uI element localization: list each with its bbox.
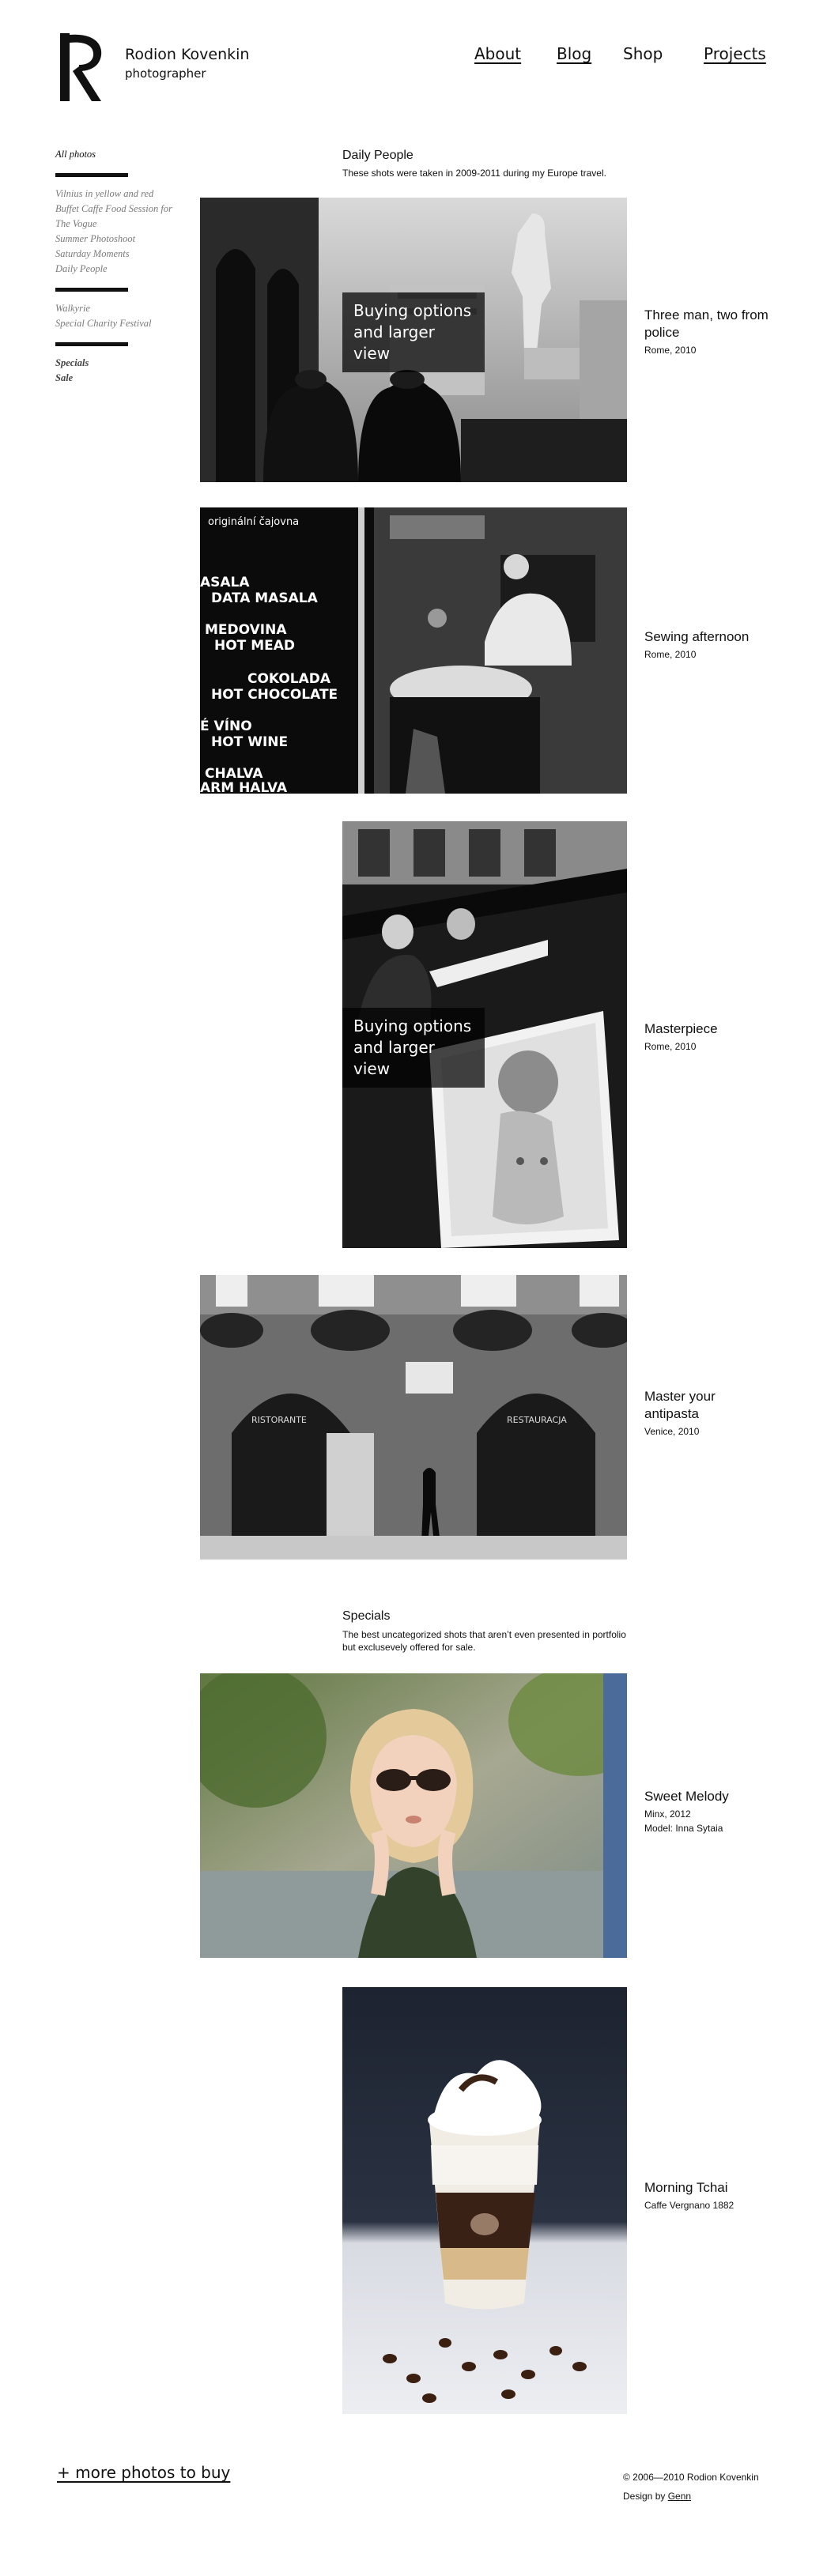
section-title: Specials	[342, 1609, 391, 1623]
photo-meta: Venice, 2010	[644, 1426, 700, 1437]
sign-text: É VÍNO	[200, 717, 252, 734]
designer-link[interactable]: Genn	[668, 2491, 691, 2502]
section-description: These shots were taken in 2009-2011 duri…	[342, 168, 606, 179]
sign-text: RESTAURACJA	[507, 1415, 567, 1425]
sidebar-divider	[55, 342, 128, 346]
copyright: © 2006—2010 Rodion Kovenkin	[623, 2472, 759, 2483]
photo-title[interactable]: Sewing afternoon	[644, 628, 802, 646]
logo-mark[interactable]	[55, 30, 109, 104]
sign-text: RISTORANTE	[251, 1415, 307, 1425]
photo-caption: Masterpiece Rome, 2010	[644, 1020, 802, 1054]
photo-master-your-antipasta[interactable]: RISTORANTE RESTAURACJA	[200, 1275, 627, 1560]
photo-sewing-afternoon[interactable]: originální čajovna ASALA DATA MASALA MED…	[200, 507, 627, 794]
photo-caption: Morning Tchai Caffe Vergnano 1882	[644, 2179, 802, 2212]
photo-image	[342, 1987, 627, 2414]
photo-caption: Sewing afternoon Rome, 2010	[644, 628, 802, 662]
sign-text: HOT MEAD	[214, 638, 295, 654]
photo-image	[200, 1673, 627, 1958]
sign-text: CHALVA	[205, 766, 263, 782]
photo-meta-model: Model: Inna Sytaia	[644, 1823, 723, 1834]
photo-title[interactable]: Morning Tchai	[644, 2179, 802, 2197]
sign-text: ASALA	[200, 575, 250, 590]
photo-meta: Rome, 2010	[644, 649, 697, 660]
site-owner-role: photographer	[125, 66, 206, 81]
photo-title[interactable]: Master your antipasta	[644, 1388, 739, 1423]
buying-options-overlay[interactable]: Buying options and larger view	[342, 292, 485, 372]
sidebar-item-vilnius[interactable]: Vilnius in yellow and red	[55, 187, 182, 202]
section-description: The best uncategorized shots that aren’t…	[342, 1629, 626, 1653]
sidebar-item-walkyrie[interactable]: Walkyrie	[55, 301, 182, 316]
photo-title[interactable]: Three man, two from police	[644, 307, 802, 341]
photo-masterpiece[interactable]: Buying options and larger view	[342, 821, 627, 1248]
nav-shop[interactable]: Shop	[623, 44, 663, 63]
sidebar-item-specials[interactable]: Specials	[55, 356, 182, 371]
photo-morning-tchai[interactable]	[342, 1987, 627, 2414]
sidebar-item-buffet-caffe[interactable]: Buffet Caffe Food Session for The Vogue	[55, 202, 182, 232]
buying-options-overlay[interactable]: Buying options and larger view	[342, 1008, 485, 1088]
brand[interactable]: Rodion Kovenkin photographer	[125, 46, 249, 81]
sidebar-item-sale[interactable]: Sale	[55, 371, 182, 386]
sidebar-item-all-photos[interactable]: All photos	[55, 147, 182, 162]
nav-projects[interactable]: Projects	[704, 44, 766, 63]
sidebar-item-saturday-moments[interactable]: Saturday Moments	[55, 247, 182, 262]
sidebar: All photos Vilnius in yellow and red Buf…	[55, 147, 182, 386]
sign-text: originální čajovna	[208, 516, 299, 528]
footer: © 2006—2010 Rodion Kovenkin Design by Ge…	[623, 2468, 773, 2506]
sign-text: ARM HALVA	[200, 780, 288, 794]
design-credit-prefix: Design by	[623, 2491, 668, 2502]
site-owner-name: Rodion Kovenkin	[125, 46, 250, 63]
photo-image: originální čajovna ASALA DATA MASALA MED…	[200, 507, 627, 794]
sign-text: DATA MASALA	[211, 590, 319, 606]
photo-meta: Rome, 2010	[644, 345, 697, 356]
photo-caption: Three man, two from police Rome, 2010	[644, 307, 802, 357]
sidebar-divider	[55, 173, 128, 177]
photo-image: RISTORANTE RESTAURACJA	[200, 1275, 627, 1560]
photo-three-man[interactable]: Buying options and larger view	[200, 198, 627, 482]
photo-caption: Master your antipasta Venice, 2010	[644, 1388, 802, 1439]
sign-text: MEDOVINA	[205, 622, 287, 638]
main-nav: About Blog Shop Projects	[474, 44, 772, 68]
photo-meta: Rome, 2010	[644, 1041, 697, 1052]
sign-text: COKOLADA	[247, 671, 331, 687]
sign-text: HOT CHOCOLATE	[211, 687, 338, 703]
sidebar-divider	[55, 288, 128, 292]
photo-title[interactable]: Sweet Melody	[644, 1788, 802, 1805]
sign-text: HOT WINE	[211, 734, 288, 750]
sidebar-item-charity-festival[interactable]: Special Charity Festival	[55, 316, 182, 331]
photo-meta: Caffe Vergnano 1882	[644, 2200, 734, 2211]
design-credit: Design by Genn	[623, 2487, 773, 2506]
photo-caption: Sweet Melody Minx, 2012 Model: Inna Syta…	[644, 1788, 802, 1835]
photo-meta: Minx, 2012	[644, 1808, 691, 1820]
photo-sweet-melody[interactable]	[200, 1673, 627, 1958]
sidebar-item-daily-people[interactable]: Daily People	[55, 262, 182, 277]
section-title: Daily People	[342, 149, 414, 162]
sidebar-item-summer-photoshoot[interactable]: Summer Photoshoot	[55, 232, 182, 247]
nav-about[interactable]: About	[474, 44, 521, 63]
nav-blog[interactable]: Blog	[557, 44, 591, 63]
photo-title[interactable]: Masterpiece	[644, 1020, 802, 1038]
more-photos-link[interactable]: + more photos to buy	[57, 2463, 230, 2482]
